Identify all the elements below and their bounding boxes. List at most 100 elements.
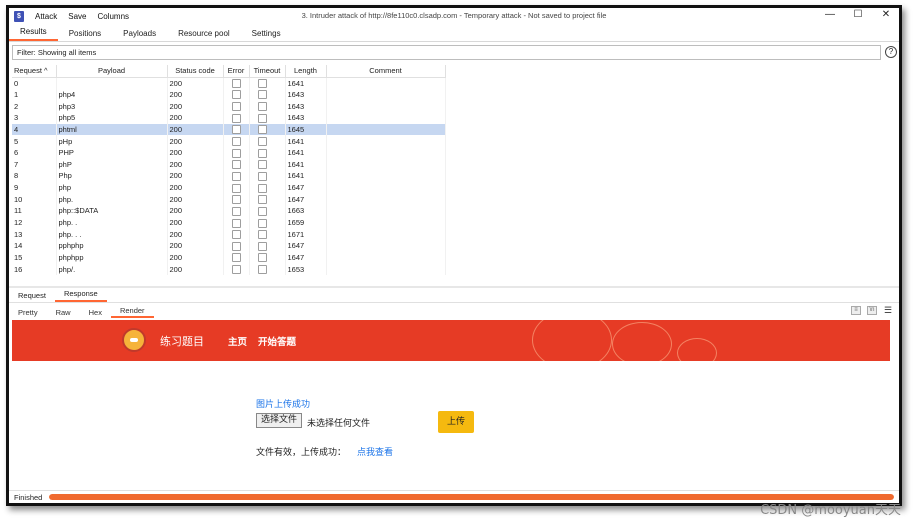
cell-request: 2 — [12, 100, 57, 112]
tab-settings[interactable]: Settings — [241, 29, 292, 41]
table-row[interactable]: 15 phphpp 200 1647 — [12, 251, 446, 264]
cell-status-code: 200 — [167, 216, 224, 229]
timeout-checkbox — [257, 137, 267, 147]
menu-save[interactable]: Save — [68, 12, 86, 21]
table-row[interactable]: 1 php4 200 1643 — [12, 88, 446, 101]
timeout-checkbox — [257, 241, 267, 251]
cell-timeout — [249, 158, 286, 171]
tab-positions[interactable]: Positions — [58, 29, 112, 41]
filter-bar[interactable]: Filter: Showing all items — [12, 45, 881, 60]
timeout-checkbox — [257, 160, 267, 170]
view-tabs: Pretty Raw Hex Render — [9, 306, 899, 318]
cell-error — [223, 216, 250, 229]
nav-start-quiz[interactable]: 开始答题 — [258, 334, 296, 348]
cell-length: 1653 — [285, 263, 327, 275]
table-row[interactable]: 0 200 1641 — [12, 77, 446, 89]
pretty-print-icon[interactable]: ≡ — [851, 306, 861, 315]
table-row[interactable]: 11 php::$DATA 200 1663 — [12, 205, 446, 217]
nav-home[interactable]: 主页 — [228, 334, 247, 348]
cell-comment — [326, 100, 446, 112]
table-header: Request ^ Payload Status code Error Time… — [12, 65, 446, 78]
cell-request: 10 — [12, 193, 57, 206]
maximize-icon[interactable]: ☐ — [853, 9, 863, 20]
wrap-lines-icon[interactable]: \n — [867, 306, 877, 315]
menu-attack[interactable]: Attack — [35, 12, 57, 21]
column-header-status-code[interactable]: Status code — [167, 65, 224, 78]
column-header-comment[interactable]: Comment — [326, 65, 446, 78]
cell-error — [223, 100, 250, 112]
cell-request: 8 — [12, 170, 57, 182]
render-view: 练习题目 主页 开始答题 图片上传成功 选择文件 未选择任何文件 上传 文件有效… — [12, 320, 890, 488]
timeout-checkbox — [257, 171, 267, 181]
column-header-error[interactable]: Error — [223, 65, 250, 78]
column-header-length[interactable]: Length — [285, 65, 327, 78]
table-row[interactable]: 7 phP 200 1641 — [12, 158, 446, 171]
no-file-label: 未选择任何文件 — [307, 419, 371, 429]
timeout-checkbox — [257, 125, 267, 135]
column-header-timeout[interactable]: Timeout — [249, 65, 286, 78]
cell-status-code: 200 — [167, 88, 224, 101]
cell-request: 14 — [12, 239, 57, 252]
timeout-checkbox — [257, 206, 267, 216]
table-row[interactable]: 5 pHp 200 1641 — [12, 135, 446, 147]
cell-payload: php. . — [56, 216, 168, 229]
cell-length: 1643 — [285, 88, 327, 101]
cell-payload: php. — [56, 193, 168, 206]
choose-file-button[interactable]: 选择文件 — [256, 413, 303, 428]
tab-pretty[interactable]: Pretty — [9, 308, 47, 318]
view-toolbar: ≡ \n ☰ — [851, 306, 893, 315]
table-row[interactable]: 2 php3 200 1643 — [12, 100, 446, 112]
tab-resource-pool[interactable]: Resource pool — [167, 29, 241, 41]
cell-request: 7 — [12, 158, 57, 171]
error-checkbox — [231, 241, 241, 251]
cell-comment — [326, 205, 446, 217]
cell-status-code: 200 — [167, 135, 224, 147]
table-row[interactable]: 16 php/. 200 1653 — [12, 263, 446, 275]
tab-render[interactable]: Render — [110, 306, 154, 318]
tab-request[interactable]: Request — [9, 291, 55, 302]
cell-comment — [326, 239, 446, 252]
minimize-icon[interactable]: — — [825, 9, 835, 20]
message-tabs: Request Response — [9, 289, 899, 303]
cell-error — [223, 158, 250, 171]
burp-intruder-window: $ Attack Save Columns 3. Intruder attack… — [6, 5, 902, 506]
table-row[interactable]: 12 php. . 200 1659 — [12, 216, 446, 229]
table-row[interactable]: 9 php 200 1647 — [12, 181, 446, 194]
cell-payload: phP — [56, 158, 168, 171]
cell-status-code: 200 — [167, 263, 224, 275]
view-file-link[interactable]: 点我查看 — [357, 445, 393, 458]
cell-comment — [326, 193, 446, 206]
window-controls: — ☐ ✕ — [825, 9, 891, 20]
cell-length: 1643 — [285, 100, 327, 112]
tab-payloads[interactable]: Payloads — [112, 29, 167, 41]
menu-columns[interactable]: Columns — [97, 12, 129, 21]
table-row[interactable]: 8 Php 200 1641 — [12, 170, 446, 182]
upload-button[interactable]: 上传 — [438, 411, 474, 433]
error-checkbox — [231, 137, 241, 147]
tab-raw[interactable]: Raw — [47, 308, 80, 318]
error-checkbox — [231, 90, 241, 100]
tab-response[interactable]: Response — [54, 289, 107, 302]
table-row[interactable]: 4 phtml 200 1645 — [12, 123, 446, 136]
table-row[interactable]: 3 php5 200 1643 — [12, 111, 446, 124]
pane-divider[interactable] — [9, 286, 899, 288]
tab-hex[interactable]: Hex — [80, 308, 111, 318]
intruder-tabs: Results Positions Payloads Resource pool… — [9, 26, 899, 42]
help-icon[interactable]: ? — [885, 46, 897, 58]
table-row[interactable]: 10 php. 200 1647 — [12, 193, 446, 206]
cell-timeout — [249, 181, 286, 194]
cell-error — [223, 205, 250, 217]
lantern-decoration — [532, 320, 612, 361]
title-bar: $ Attack Save Columns 3. Intruder attack… — [9, 8, 899, 25]
table-row[interactable]: 14 pphphp 200 1647 — [12, 239, 446, 252]
table-row[interactable]: 13 php. . . 200 1671 — [12, 228, 446, 240]
page-banner: 练习题目 主页 开始答题 — [12, 320, 890, 361]
column-header-payload[interactable]: Payload — [56, 65, 168, 78]
tab-results[interactable]: Results — [9, 27, 58, 41]
column-header-request[interactable]: Request ^ — [12, 65, 57, 78]
cell-comment — [326, 251, 446, 264]
close-icon[interactable]: ✕ — [881, 9, 891, 20]
menu-icon[interactable]: ☰ — [883, 306, 893, 315]
cell-status-code: 200 — [167, 170, 224, 182]
table-row[interactable]: 6 PHP 200 1641 — [12, 146, 446, 159]
